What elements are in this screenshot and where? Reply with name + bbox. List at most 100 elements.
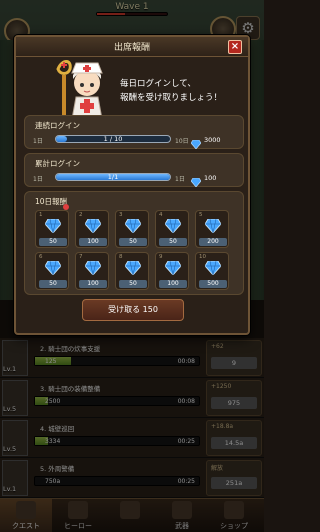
day-reward-cell: 1 50: [35, 210, 69, 248]
quest-progress-bar: 125 00:08: [34, 356, 200, 366]
consecutive-progress-text: 1 / 10: [103, 135, 123, 143]
quest-progress-bar: 750a 00:25: [34, 476, 200, 486]
attendance-modal: 出席報酬 × 毎日ログインして、 報酬を受け取りましょう！ 連続ログイン 1日 …: [14, 35, 250, 335]
day-number: 5: [199, 212, 203, 218]
day-reward-cell: 3 50: [115, 210, 149, 248]
day-reward-cell: 6 50: [35, 252, 69, 290]
quest-upgrade-button[interactable]: +18.8a 14.5a: [206, 420, 262, 456]
day-reward-cell: 10 500: [195, 252, 229, 290]
nav-quest[interactable]: クエスト: [0, 499, 52, 532]
day-number: 7: [79, 254, 83, 260]
day-number: 6: [39, 254, 43, 260]
day-reward-value: 50: [119, 238, 147, 246]
modal-header: 出席報酬 ×: [16, 37, 248, 57]
quest-increment: 解放: [211, 465, 224, 472]
consecutive-start: 1日: [33, 138, 43, 145]
quest-upgrade-button[interactable]: 解放 251a: [206, 460, 262, 496]
wave-label: Wave 1: [115, 2, 149, 12]
quest-name: 4. 城壁巡回: [40, 425, 75, 433]
gem-icon: [165, 219, 181, 233]
quest-time: 00:08: [177, 398, 195, 405]
gem-icon: [85, 219, 101, 233]
cumulative-reward: 100: [204, 174, 217, 182]
close-button[interactable]: ×: [228, 40, 242, 54]
quest-amount: 2500: [45, 398, 61, 405]
cumulative-end: 1日: [175, 176, 185, 183]
day-reward-cell: 9 100: [155, 252, 189, 290]
day-reward-cell: 8 50: [115, 252, 149, 290]
shop-icon: [224, 501, 244, 519]
day-number: 4: [159, 212, 163, 218]
quest-progress-bar: 3334 00:25: [34, 436, 200, 446]
receive-button[interactable]: 受け取る 150: [82, 299, 184, 321]
quest-icon: [16, 501, 36, 519]
cumulative-start: 1日: [33, 176, 43, 183]
nav-label: ショップ: [220, 522, 248, 530]
quest-amount: 3334: [45, 438, 61, 445]
day-reward-value: 500: [199, 280, 227, 288]
nav-hero[interactable]: ヒーロー: [52, 499, 104, 532]
gem-icon: [85, 261, 101, 275]
bottom-nav: クエスト ヒーロー 武器 ショップ: [0, 498, 264, 532]
day-number: 9: [159, 254, 163, 260]
quest-list: Lv.1 2. 騎士団の炊事支援 125 00:08 +62 9 Lv.5 3.…: [0, 338, 264, 498]
consecutive-login-panel: 連続ログイン 1日 1 / 10 10日 3000: [24, 115, 244, 150]
quest-name: 5. 外周警備: [40, 465, 75, 473]
quest-row: Lv.5 4. 城壁巡回 3334 00:25 +18.8a 14.5a: [0, 418, 264, 458]
day-reward-cell: 7 100: [75, 252, 109, 290]
cumulative-login-label: 累計ログイン: [35, 159, 80, 168]
day-number: 8: [119, 254, 123, 260]
day-reward-cell: 2 100: [75, 210, 109, 248]
day-number: 2: [79, 212, 83, 218]
nav-weapon[interactable]: 武器: [156, 499, 208, 532]
nav-shop[interactable]: ショップ: [208, 499, 260, 532]
nav-label: ヒーロー: [64, 522, 92, 530]
day-number: 10: [199, 254, 206, 260]
weapon-icon: [172, 501, 192, 519]
gem-icon: [190, 172, 202, 191]
day-reward-value: 50: [39, 238, 67, 246]
message-line-1: 毎日ログインして、: [120, 79, 196, 89]
quest-increment: +62: [211, 343, 224, 350]
quest-upgrade-button[interactable]: +1250 975: [206, 380, 262, 416]
quest-time: 00:08: [177, 358, 195, 365]
quest-cost: 251a: [211, 477, 257, 489]
quest-upgrade-button[interactable]: +62 9: [206, 340, 262, 376]
gem-icon: [205, 219, 221, 233]
wave-progress-bar: [96, 12, 168, 16]
gem-icon: [125, 261, 141, 275]
gem-icon: [45, 261, 61, 275]
nav-label: 武器: [175, 522, 189, 530]
quest-amount: 125: [45, 358, 57, 365]
consecutive-end: 10日: [175, 138, 189, 145]
day-number: 3: [119, 212, 123, 218]
day-reward-cell: 5 200: [195, 210, 229, 248]
day-reward-value: 100: [79, 238, 107, 246]
consecutive-progress-bar: 1 / 10: [55, 135, 171, 143]
gem-icon: [165, 261, 181, 275]
nav-label: クエスト: [12, 522, 40, 530]
cumulative-progress-bar: 1/1: [55, 173, 171, 181]
quest-name: 2. 騎士団の炊事支援: [40, 345, 101, 353]
quest-level: Lv.1: [3, 485, 17, 493]
right-scenery: [250, 40, 264, 300]
gem-icon: [190, 134, 202, 153]
cumulative-login-panel: 累計ログイン 1日 1/1 1日 100: [24, 153, 244, 188]
quest-cost: 975: [211, 397, 257, 409]
gem-icon: [125, 219, 141, 233]
message-line-2: 報酬を受け取りましょう！: [120, 93, 223, 103]
consecutive-login-label: 連続ログイン: [35, 121, 80, 130]
quest-cost: 14.5a: [211, 437, 257, 449]
quest-level: Lv.1: [3, 365, 17, 373]
quest-level: Lv.5: [3, 405, 17, 413]
ten-day-reward-panel: 10日報酬 1 50 2 100 3 50 4 50 5 200 6 50 7 100 8 50 9 100 10 5…: [24, 191, 244, 295]
quest-increment: +18.8a: [211, 423, 234, 430]
quest-progress-bar: 2500 00:08: [34, 396, 200, 406]
day-number: 1: [39, 212, 43, 218]
nav-center[interactable]: [104, 499, 156, 532]
day-reward-value: 50: [159, 238, 187, 246]
quest-row: Lv.1 2. 騎士団の炊事支援 125 00:08 +62 9: [0, 338, 264, 378]
left-scenery: [0, 40, 14, 300]
today-marker-icon: [63, 204, 69, 210]
quest-time: 00:25: [177, 478, 195, 485]
